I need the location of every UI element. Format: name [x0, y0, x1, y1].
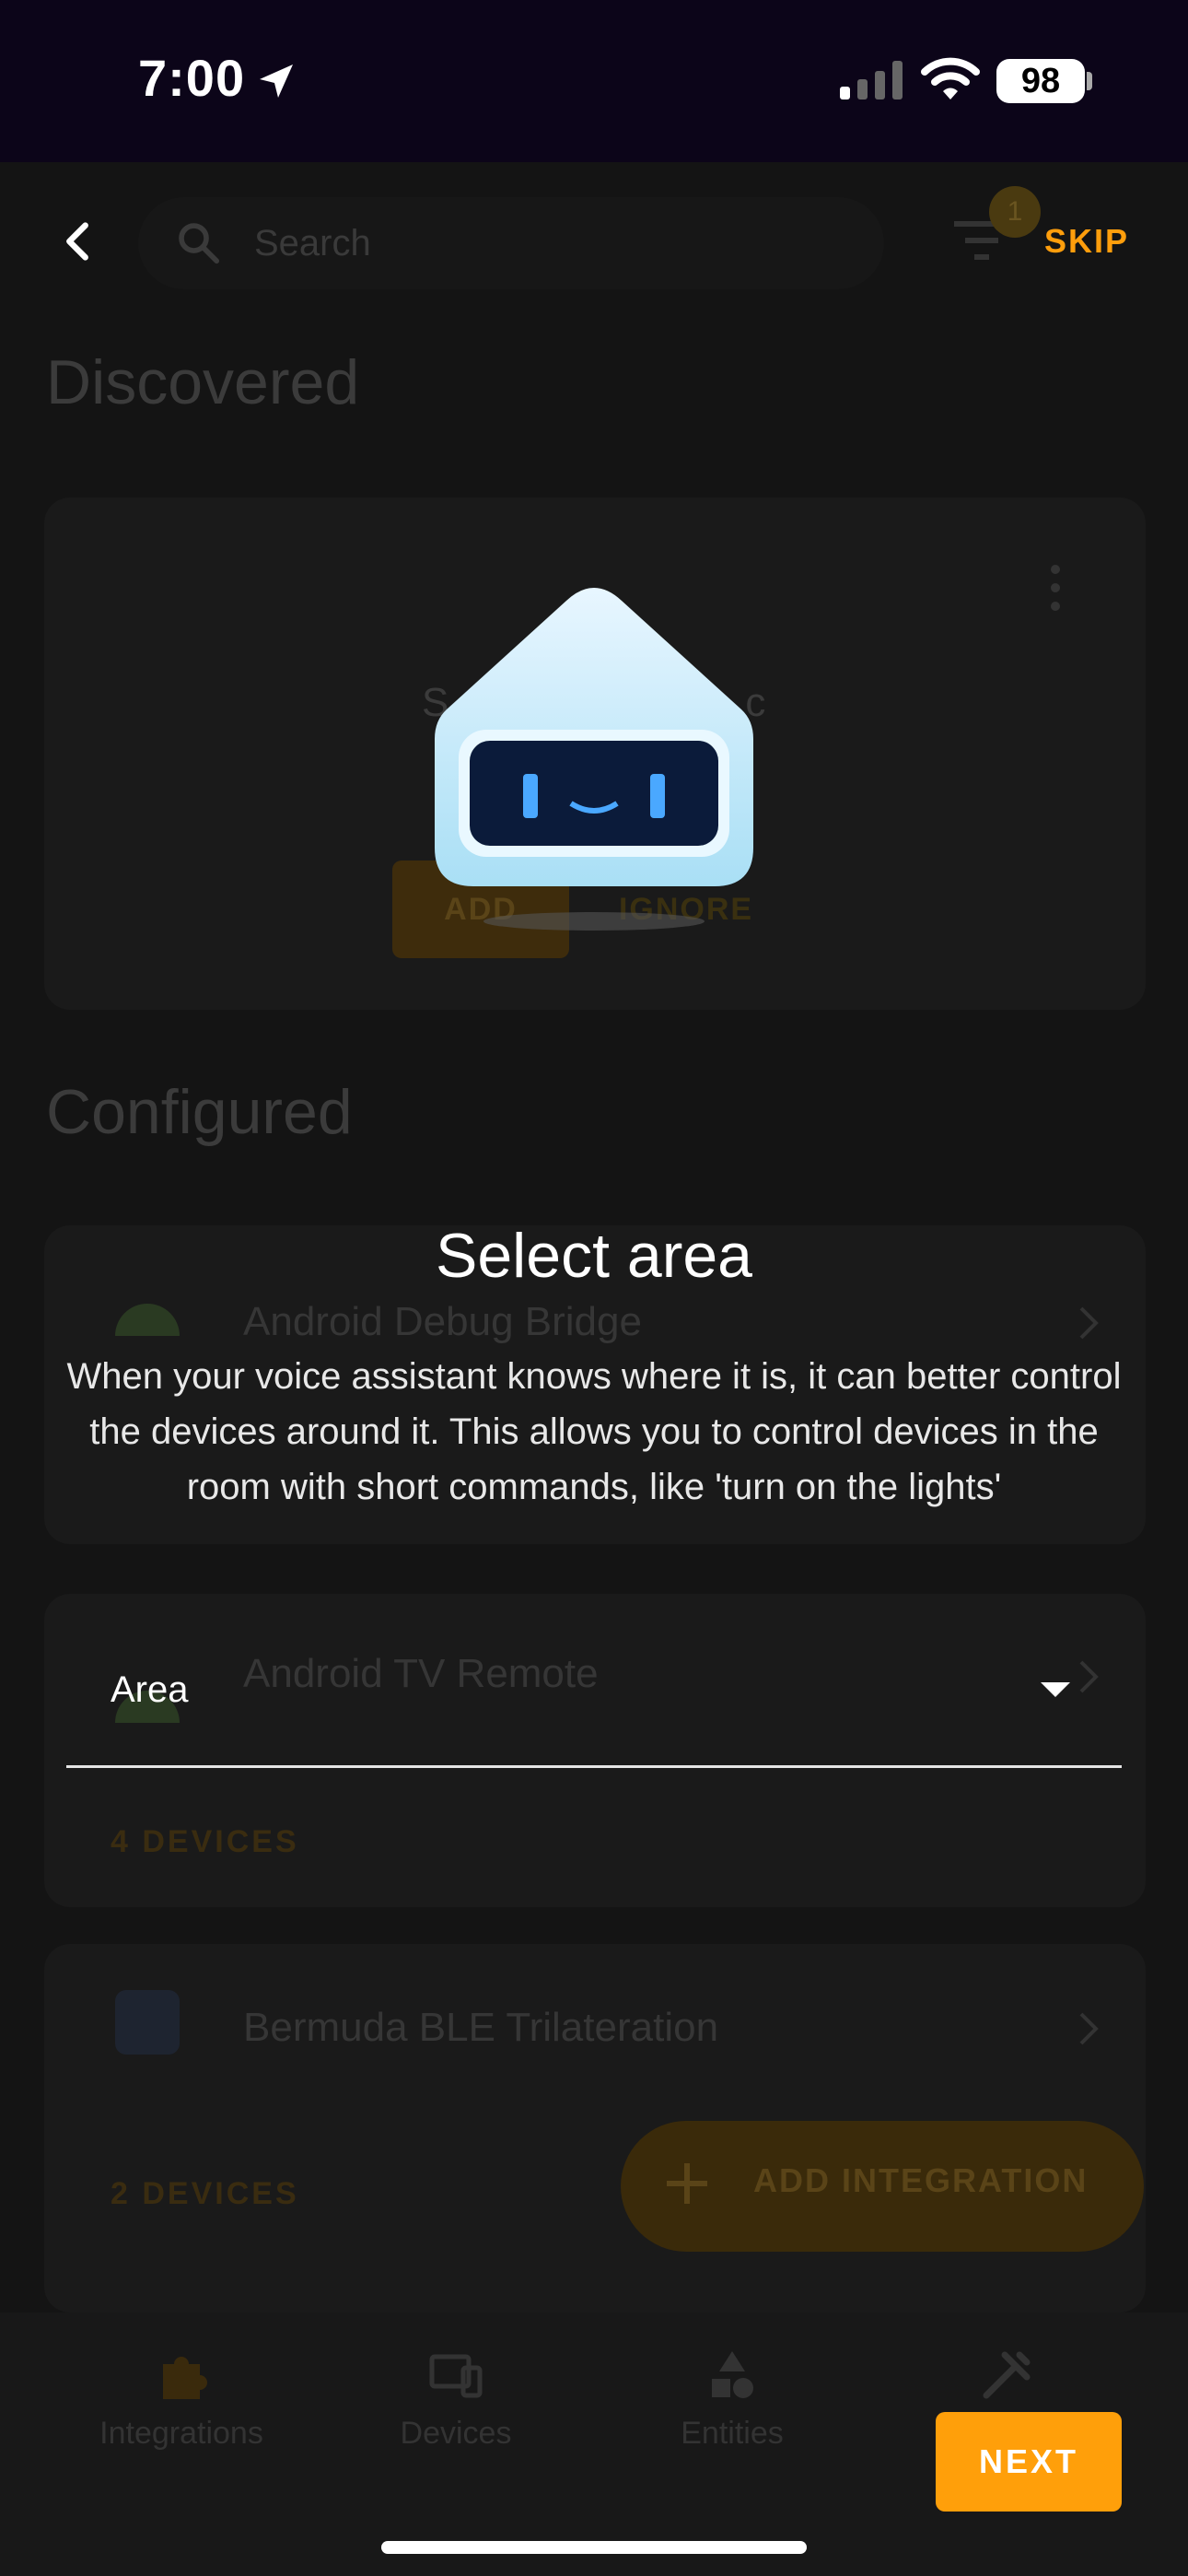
nav-label: Integrations [99, 2416, 263, 2451]
integration-name: Bermuda BLE Trilateration [243, 2005, 719, 2050]
status-time: 7:00 [138, 49, 246, 107]
chevron-right-icon [1079, 1306, 1099, 1340]
nav-label: Entities [681, 2416, 784, 2451]
nav-item-tools [891, 2346, 1122, 2405]
area-select-label: Area [111, 1669, 189, 1710]
nav-item-integrations: Integrations [66, 2346, 297, 2452]
devices-icon [429, 2354, 483, 2398]
discovered-heading: Discovered [46, 347, 360, 417]
home-indicator [381, 2541, 807, 2554]
device-count: 2 DEVICES [111, 2176, 299, 2211]
location-arrow-icon [260, 64, 293, 98]
bermuda-icon [115, 1990, 180, 2055]
search-input [138, 197, 884, 289]
shapes-icon [712, 2351, 753, 2398]
area-select[interactable] [66, 1636, 1122, 1768]
nav-label: Devices [400, 2416, 512, 2451]
add-integration-label: ADD INTEGRATION [753, 2161, 1089, 2199]
chevron-right-icon [1079, 2012, 1099, 2045]
overflow-menu-icon [1051, 565, 1060, 611]
puzzle-icon [163, 2357, 207, 2399]
cellular-signal-icon [840, 61, 903, 100]
device-count: 4 DEVICES [111, 1824, 299, 1859]
plus-icon [667, 2163, 707, 2204]
filter-badge: 1 [989, 186, 1041, 238]
dropdown-arrow-icon[interactable] [1039, 1679, 1072, 1701]
dialog-title: Select area [436, 1221, 752, 1291]
search-placeholder: Search [254, 223, 371, 263]
wifi-icon [921, 57, 980, 100]
tools-icon [983, 2351, 1031, 2399]
battery-indicator: 98 [996, 59, 1085, 103]
voice-assistant-mascot [435, 588, 753, 931]
integration-name: Android Debug Bridge [243, 1299, 642, 1344]
nav-item-entities: Entities [617, 2346, 847, 2452]
battery-tip [1087, 72, 1092, 90]
nav-item-devices: Devices [341, 2346, 571, 2452]
back-chevron-icon[interactable] [53, 217, 101, 265]
dialog-description: When your voice assistant knows where it… [66, 1356, 1122, 1507]
configured-heading: Configured [46, 1077, 353, 1147]
skip-button[interactable]: SKIP [1044, 217, 1129, 265]
next-button[interactable]: NEXT [936, 2412, 1122, 2512]
search-icon [179, 223, 220, 264]
